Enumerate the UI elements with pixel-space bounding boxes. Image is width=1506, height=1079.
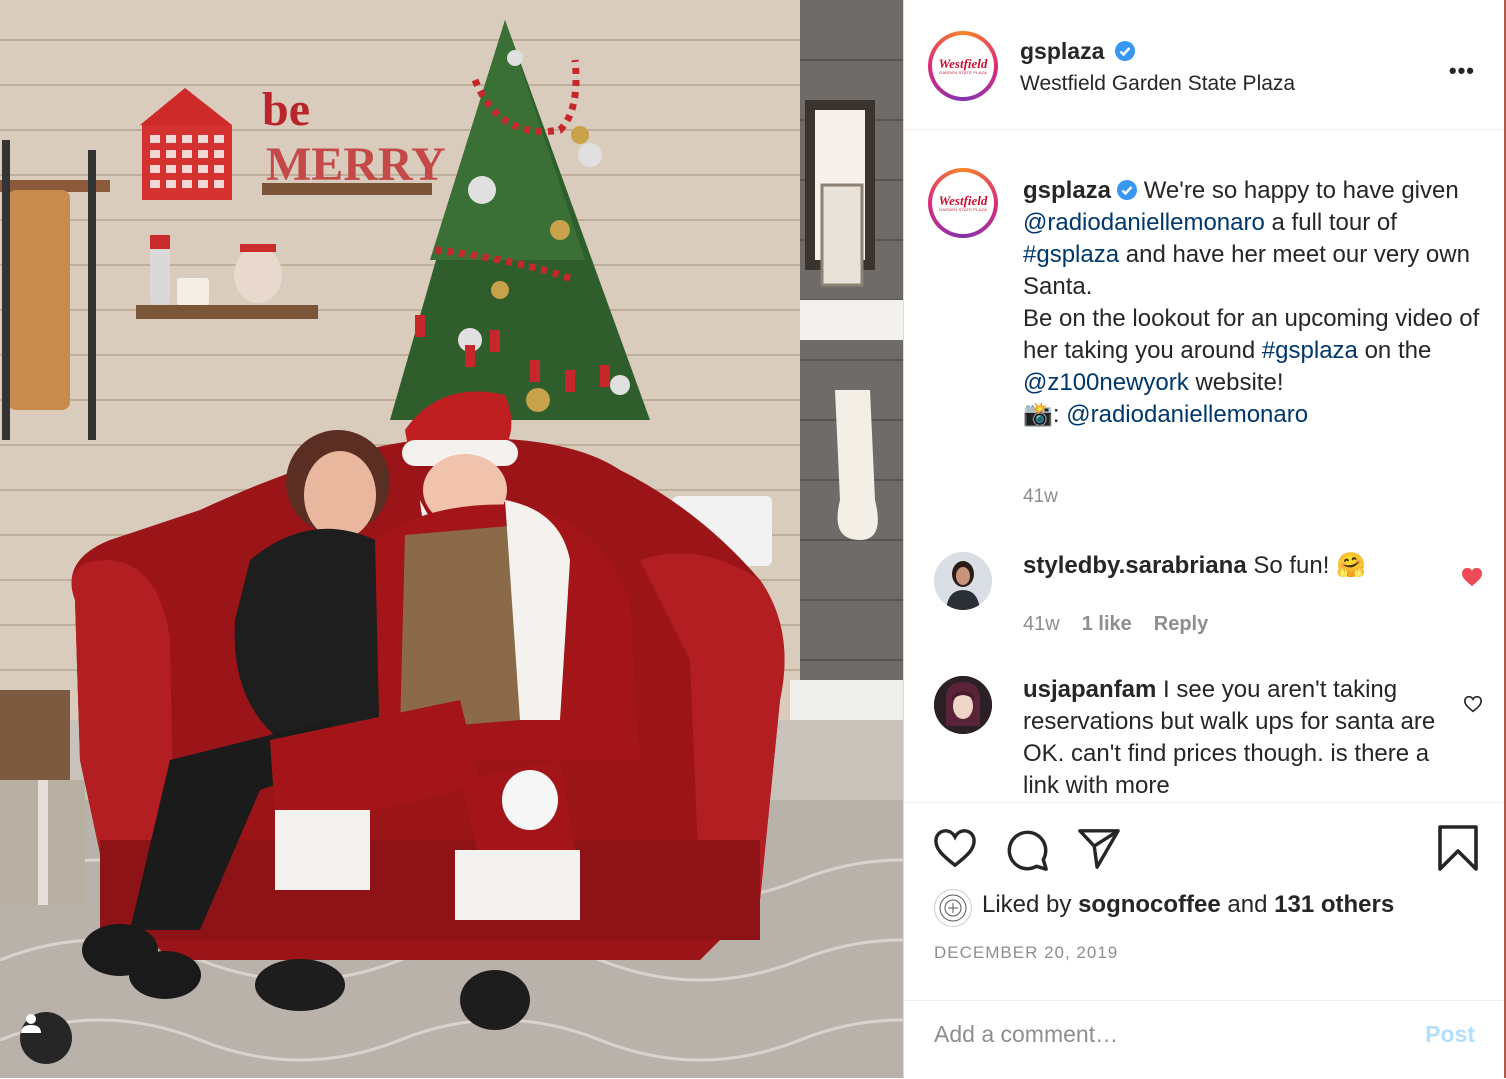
comment-body: So fun! 🤗 <box>1253 552 1366 579</box>
avatar-photo <box>934 552 992 610</box>
comment-item: styledby.sarabriana So fun! 🤗 41w 1 like R… <box>904 550 1505 660</box>
caption-part: on the <box>1357 337 1432 364</box>
action-bar: Liked by sognocoffee and 131 others DECE… <box>904 802 1505 1011</box>
add-comment-input[interactable]: Add a comment… <box>934 1021 1118 1048</box>
caption-part: website! <box>1188 369 1284 396</box>
logo-subtitle: GARDEN STATE PLAZA <box>939 69 987 75</box>
liked-and: and <box>1220 891 1275 918</box>
mention-link[interactable]: @radiodaniellemonaro <box>1066 401 1308 428</box>
caption-text: gsplaza We're so happy to have given @ra… <box>1023 175 1493 431</box>
reply-button[interactable]: Reply <box>1154 613 1208 635</box>
comment-time[interactable]: 41w <box>1023 613 1060 635</box>
caption-avatar[interactable]: Westfield GARDEN STATE PLAZA <box>928 168 998 238</box>
tagged-user-button[interactable] <box>20 1012 72 1064</box>
caption-part: : <box>1052 401 1067 428</box>
logo-subtitle: GARDEN STATE PLAZA <box>939 206 987 212</box>
location-link[interactable]: Westfield Garden State Plaza <box>1020 72 1295 96</box>
bookmark-icon[interactable] <box>1438 825 1478 871</box>
post-header: Westfield GARDEN STATE PLAZA gsplaza Wes… <box>904 0 1505 130</box>
verified-badge-icon <box>1114 41 1135 61</box>
liked-others-link[interactable]: 131 others <box>1274 891 1394 918</box>
mention-link[interactable]: @radiodaniellemonaro <box>1023 209 1265 236</box>
westfield-logo: Westfield GARDEN STATE PLAZA <box>932 172 994 234</box>
wall-sign-merry: MERRY <box>266 138 446 191</box>
header-username-row: gsplaza <box>1020 38 1135 65</box>
likes-summary: Liked by sognocoffee and 131 others <box>982 891 1394 919</box>
verified-badge-icon <box>1117 180 1138 200</box>
liked-by-user[interactable]: sognocoffee <box>1078 891 1221 918</box>
comments-scroll-area[interactable]: Westfield GARDEN STATE PLAZA gsplaza We'… <box>904 130 1505 802</box>
caption-time[interactable]: 41w <box>1023 486 1058 508</box>
hashtag-link[interactable]: #gsplaza <box>1262 337 1358 364</box>
comment-likes[interactable]: 1 like <box>1082 613 1132 635</box>
logo-word: Westfield <box>938 192 988 208</box>
heart-outline-icon[interactable] <box>1463 695 1483 713</box>
like-heart-icon[interactable] <box>932 827 978 869</box>
add-comment-bar: Add a comment… Post <box>904 1000 1505 1079</box>
sogno-coffee-logo <box>939 894 967 922</box>
comment-username[interactable]: styledby.sarabriana <box>1023 552 1247 579</box>
caption-part: We're so happy to have given <box>1143 177 1459 204</box>
santa-photo-illustration: be MERRY <box>0 0 903 1078</box>
commenter-avatar[interactable] <box>934 676 992 734</box>
comment-text: styledby.sarabriana So fun! 🤗 <box>1023 550 1443 582</box>
post-photo[interactable]: be MERRY <box>0 0 903 1078</box>
comment-bubble-icon[interactable] <box>1004 827 1050 873</box>
post-comment-button[interactable]: Post <box>1425 1021 1475 1048</box>
caption-part: a full tour of <box>1264 209 1397 236</box>
avatar-photo <box>934 676 992 734</box>
liker-avatar[interactable] <box>934 889 972 927</box>
wall-sign-be: be <box>262 83 310 136</box>
logo-word: Westfield <box>938 55 988 71</box>
westfield-logo: Westfield GARDEN STATE PLAZA <box>932 35 994 97</box>
post-date[interactable]: DECEMBER 20, 2019 <box>934 943 1118 963</box>
more-options-icon[interactable]: ••• <box>1449 58 1475 84</box>
share-send-icon[interactable] <box>1076 827 1122 869</box>
comment-meta: 41w 1 like Reply <box>1023 613 1230 636</box>
comment-username[interactable]: usjapanfam <box>1023 676 1156 703</box>
heart-filled-icon[interactable] <box>1461 567 1483 587</box>
post-details-panel: Westfield GARDEN STATE PLAZA gsplaza Wes… <box>903 0 1505 1078</box>
caption-username[interactable]: gsplaza <box>1023 177 1111 204</box>
hashtag-link[interactable]: #gsplaza <box>1023 241 1119 268</box>
commenter-avatar[interactable] <box>934 552 992 610</box>
comment-item: usjapanfam I see you aren't taking reser… <box>904 674 1505 802</box>
account-avatar[interactable]: Westfield GARDEN STATE PLAZA <box>928 31 998 101</box>
liked-prefix: Liked by <box>982 891 1079 918</box>
mention-link[interactable]: @z100newyork <box>1023 369 1189 396</box>
user-icon <box>21 1014 41 1033</box>
header-username[interactable]: gsplaza <box>1020 38 1104 64</box>
camera-emoji: 📸 <box>1023 401 1053 428</box>
comment-text: usjapanfam I see you aren't taking reser… <box>1023 674 1443 802</box>
